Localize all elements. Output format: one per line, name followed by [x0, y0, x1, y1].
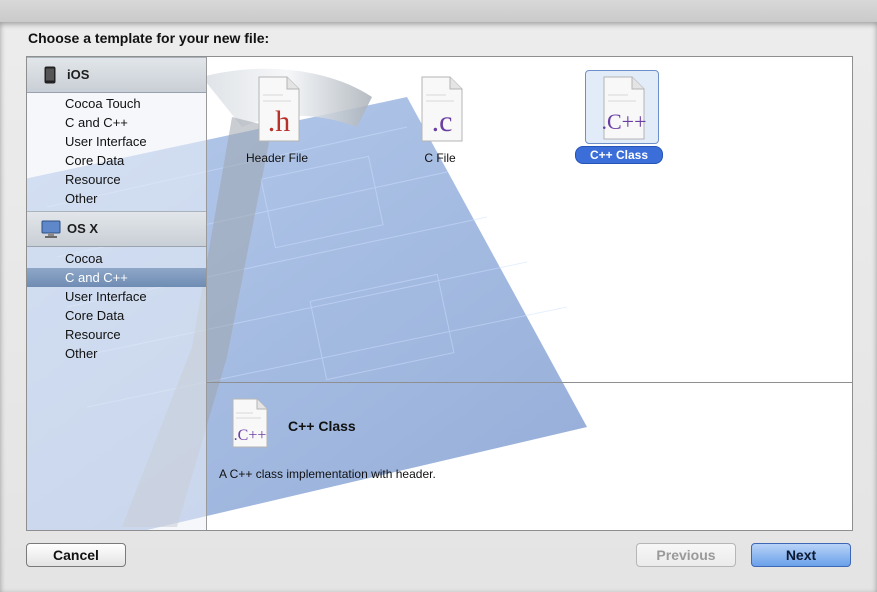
mac-icon — [41, 220, 61, 238]
sidebar-section-ios: iOS — [27, 57, 206, 93]
template-detail-pane: .C++ C++ Class A C++ class implementatio… — [207, 383, 852, 530]
template-label: C File — [424, 151, 456, 165]
header-file-icon: .h — [258, 76, 300, 142]
template-category-sidebar: iOS Cocoa Touch C and C++ User Interface… — [27, 57, 207, 530]
sidebar-item-ios-resource[interactable]: Resource — [27, 170, 206, 189]
c-file-icon: .c — [421, 76, 463, 142]
sidebar-item-ios-other[interactable]: Other — [27, 189, 206, 208]
sidebar-item-osx-cocoa[interactable]: Cocoa — [27, 249, 206, 268]
sidebar-item-ios-core-data[interactable]: Core Data — [27, 151, 206, 170]
sidebar-item-ios-c-and-cpp[interactable]: C and C++ — [27, 113, 206, 132]
cpp-class-icon: .C++ — [232, 398, 268, 448]
sidebar-section-osx: OS X — [27, 211, 206, 247]
file-icon-wrap: .C++ — [585, 70, 659, 144]
sidebar-section-label: iOS — [67, 67, 90, 82]
template-glyph: .h — [268, 105, 291, 138]
cpp-class-icon: .C++ — [602, 76, 647, 140]
sidebar-item-osx-core-data[interactable]: Core Data — [27, 306, 206, 325]
sidebar-item-ios-user-interface[interactable]: User Interface — [27, 132, 206, 151]
detail-glyph: .C++ — [234, 427, 267, 444]
sidebar-section-label: OS X — [67, 221, 99, 236]
sidebar-item-osx-other[interactable]: Other — [27, 344, 206, 363]
previous-button[interactable]: Previous — [636, 543, 736, 567]
sidebar-item-ios-cocoa-touch[interactable]: Cocoa Touch — [27, 94, 206, 113]
template-glyph: .c — [432, 105, 453, 138]
sidebar-item-osx-resource[interactable]: Resource — [27, 325, 206, 344]
detail-title: C++ Class — [288, 418, 356, 434]
file-icon-wrap: .c — [410, 75, 470, 143]
file-icon-wrap: .h — [247, 75, 307, 143]
sidebar-item-osx-user-interface[interactable]: User Interface — [27, 287, 206, 306]
sheet-title: Choose a template for your new file: — [28, 30, 270, 46]
detail-description: A C++ class implementation with header. — [219, 467, 436, 481]
template-cpp-class[interactable]: .C++ C++ Class — [571, 64, 667, 174]
template-glyph: .C++ — [602, 109, 647, 134]
sidebar-item-osx-c-and-cpp[interactable]: C and C++ — [27, 268, 206, 287]
next-button[interactable]: Next — [751, 543, 851, 567]
iphone-icon — [44, 66, 56, 84]
template-grid: .h Header File .c C File .C++ C++ Class — [207, 57, 852, 382]
template-label: Header File — [245, 151, 309, 165]
template-c-file[interactable]: .c C File — [392, 67, 488, 177]
template-label: C++ Class — [575, 146, 663, 164]
cancel-button[interactable]: Cancel — [26, 543, 126, 567]
new-file-sheet: Choose a template for your new file: iOS… — [0, 22, 877, 592]
template-chooser-panel: iOS Cocoa Touch C and C++ User Interface… — [26, 56, 853, 531]
template-header-file[interactable]: .h Header File — [229, 67, 325, 177]
